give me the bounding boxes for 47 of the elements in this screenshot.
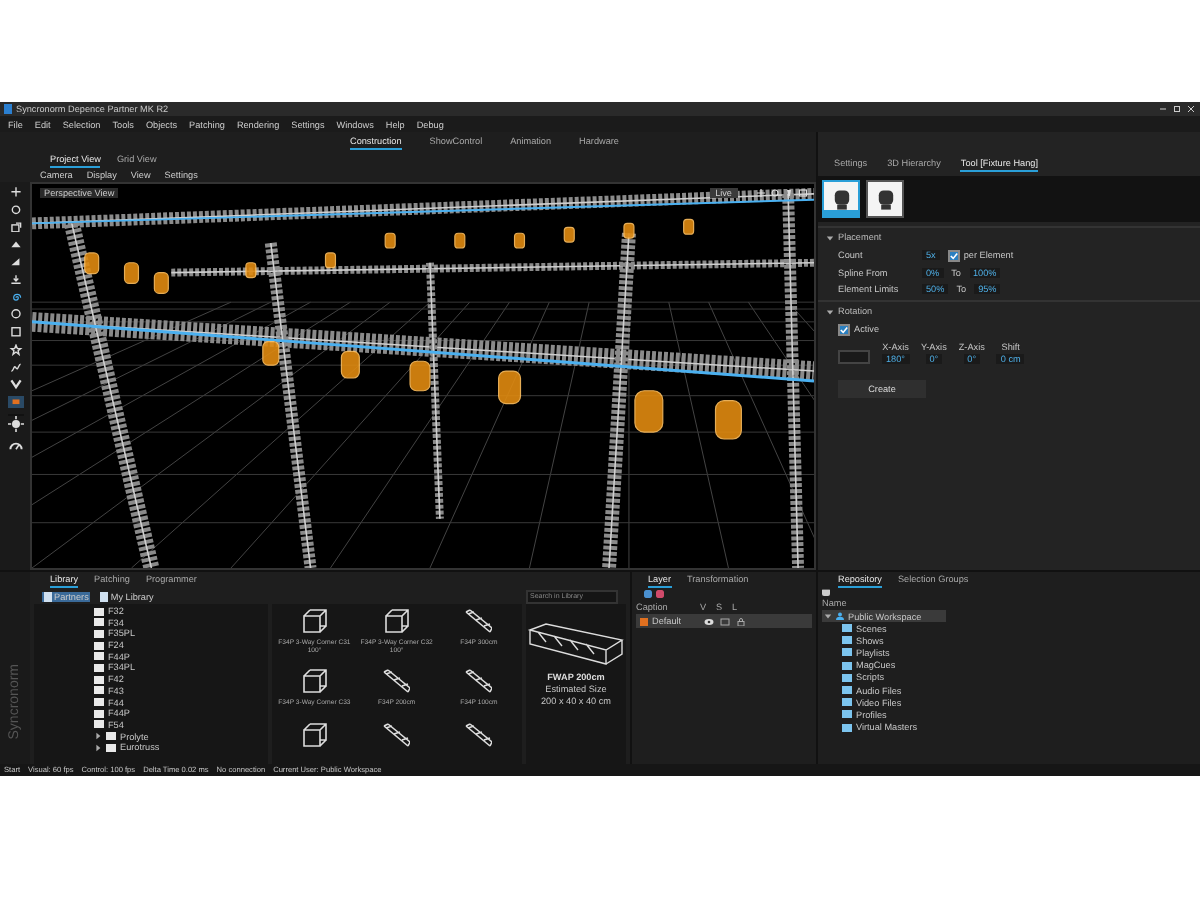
gear-icon[interactable] bbox=[770, 188, 780, 198]
truss-icon[interactable] bbox=[464, 608, 493, 636]
close-icon[interactable] bbox=[1186, 104, 1196, 114]
truss-icon[interactable] bbox=[464, 721, 493, 750]
download-icon[interactable] bbox=[7, 273, 23, 286]
lamp-icon[interactable] bbox=[784, 188, 794, 198]
star-icon[interactable] bbox=[7, 343, 23, 356]
truss-icon[interactable] bbox=[382, 721, 411, 750]
fixture-thumbnail[interactable] bbox=[866, 180, 904, 218]
fixture-thumbnail[interactable] bbox=[822, 180, 860, 218]
slope-icon[interactable] bbox=[7, 256, 23, 268]
chevron-icon[interactable] bbox=[7, 378, 23, 391]
move-icon[interactable] bbox=[7, 186, 23, 198]
user-icon bbox=[836, 612, 844, 620]
external-icon[interactable] bbox=[7, 221, 23, 233]
checkbox[interactable] bbox=[947, 249, 960, 261]
fixture-tool-icon[interactable] bbox=[7, 396, 23, 408]
spiral-icon[interactable] bbox=[7, 291, 23, 303]
collapse-icon[interactable] bbox=[824, 612, 832, 620]
minimize-icon[interactable] bbox=[1158, 104, 1168, 114]
truss-icon[interactable] bbox=[382, 608, 411, 636]
add-layer-icon[interactable] bbox=[644, 590, 652, 598]
eye-icon[interactable] bbox=[704, 617, 714, 625]
curve-icon[interactable] bbox=[7, 361, 23, 373]
truss-icon[interactable] bbox=[300, 668, 329, 697]
caret-icon[interactable] bbox=[826, 307, 834, 315]
screen-icon[interactable] bbox=[720, 617, 730, 625]
rotate-icon[interactable] bbox=[7, 203, 23, 216]
circle-icon[interactable] bbox=[7, 308, 23, 321]
lock-icon[interactable] bbox=[736, 617, 746, 625]
caret-icon[interactable] bbox=[826, 233, 834, 241]
truss-icon[interactable] bbox=[464, 668, 493, 697]
add-folder-icon[interactable] bbox=[822, 588, 830, 596]
truss-icon[interactable] bbox=[300, 608, 329, 636]
truss-preview-drawing bbox=[526, 620, 626, 670]
truss-icon[interactable] bbox=[382, 668, 411, 697]
restore-icon[interactable] bbox=[1172, 104, 1182, 114]
move-icon[interactable] bbox=[756, 188, 766, 198]
window-icon[interactable] bbox=[798, 188, 808, 198]
app-icon bbox=[4, 104, 12, 114]
hill-icon[interactable] bbox=[7, 238, 23, 251]
gauge-icon[interactable] bbox=[7, 437, 23, 454]
truss-icon[interactable] bbox=[300, 721, 329, 750]
checkbox[interactable] bbox=[838, 323, 850, 335]
square-icon[interactable] bbox=[7, 326, 23, 338]
sun-icon[interactable] bbox=[7, 415, 23, 432]
remove-layer-icon[interactable] bbox=[656, 590, 664, 598]
